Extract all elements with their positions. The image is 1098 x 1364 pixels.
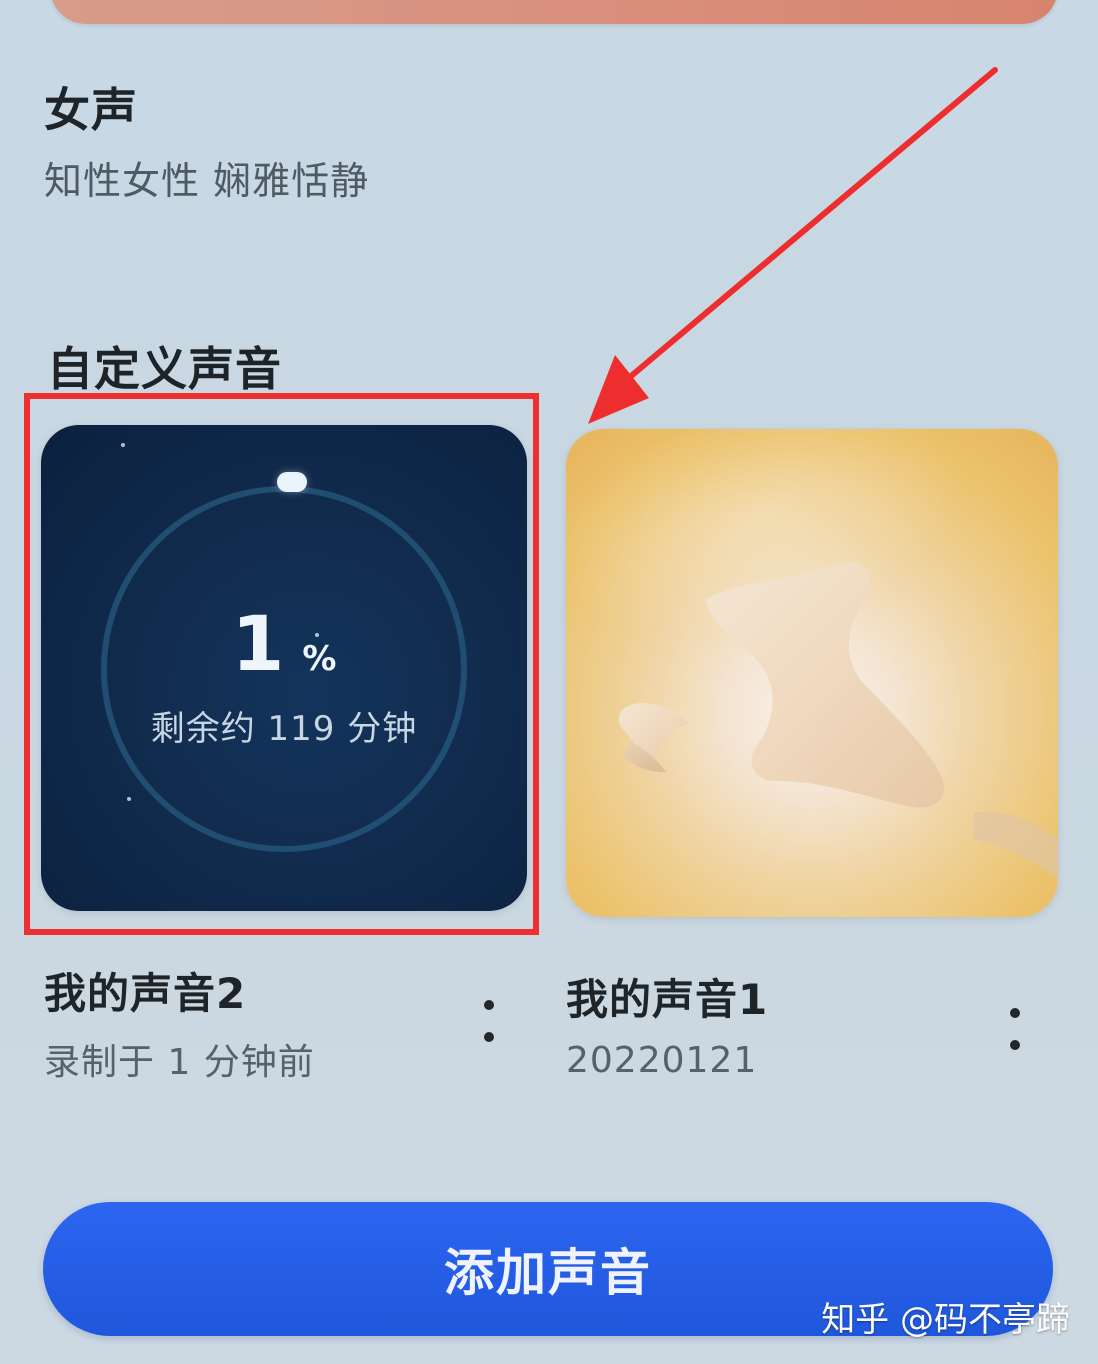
- voice-recorded-time: 录制于 1 分钟前: [44, 1042, 315, 1083]
- more-options-button-voice-2[interactable]: [476, 996, 500, 1056]
- voice-art-icon: [618, 561, 1058, 879]
- watermark-text: 知乎 @码不亭蹄: [821, 1300, 1070, 1340]
- voice-card-progress[interactable]: 1% 剩余约 119 分钟: [41, 425, 527, 911]
- voice-name-2: 我的声音2: [44, 969, 247, 1018]
- custom-voice-section-title: 自定义声音: [47, 342, 282, 396]
- voice-card-artwork[interactable]: [566, 429, 1058, 917]
- progress-remaining-text: 剩余约 119 分钟: [150, 709, 418, 749]
- voice-name-1: 我的声音1: [566, 975, 769, 1024]
- female-voice-description: 知性女性 娴雅恬静: [44, 159, 370, 203]
- top-voice-card-fragment[interactable]: [50, 0, 1058, 24]
- voice-date: 20220121: [566, 1040, 758, 1081]
- female-voice-title: 女声: [44, 83, 138, 137]
- decorative-star: [121, 443, 125, 447]
- more-options-button-voice-1[interactable]: [1002, 1004, 1026, 1064]
- progress-unit: %: [302, 639, 337, 679]
- progress-value: 1: [231, 599, 285, 688]
- app-screen: 女声 知性女性 娴雅恬静 自定义声音 1% 剩余约 119 分钟 我的声音2 录…: [0, 0, 1098, 1364]
- decorative-star: [127, 797, 131, 801]
- progress-knob-icon: [277, 472, 307, 492]
- progress-percentage: 1%: [41, 606, 527, 682]
